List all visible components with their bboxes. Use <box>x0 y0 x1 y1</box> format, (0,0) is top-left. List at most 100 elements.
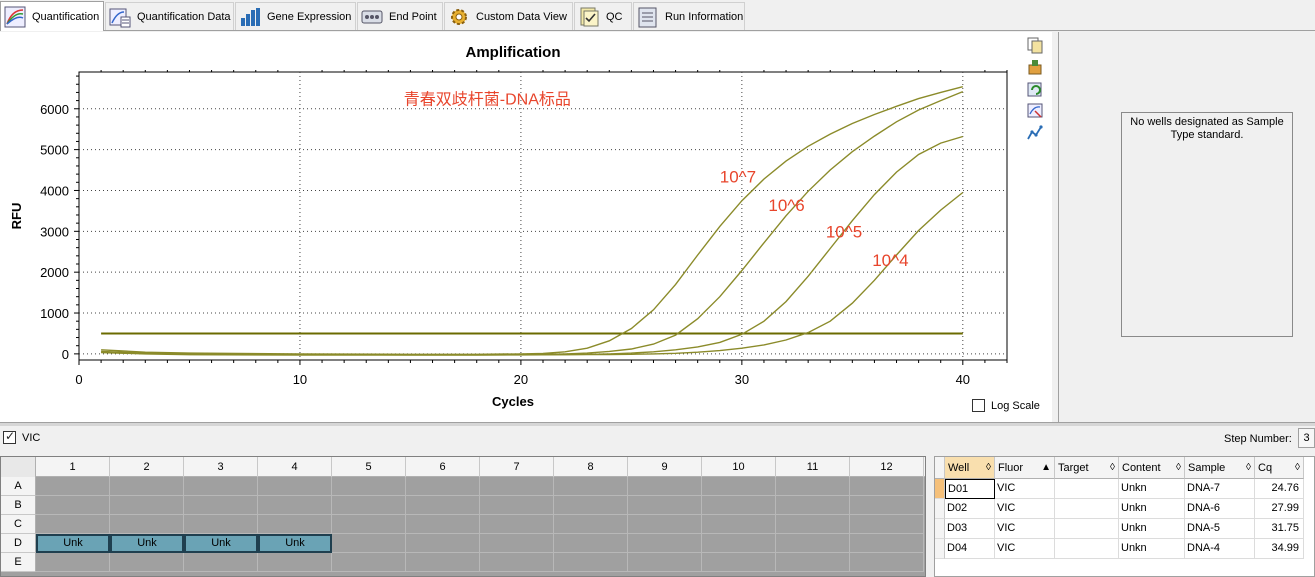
tab-custom-data-view[interactable]: Custom Data View <box>444 2 573 30</box>
plate-well[interactable] <box>332 515 406 534</box>
plate-well[interactable] <box>258 515 332 534</box>
plate-well[interactable] <box>332 496 406 515</box>
plate-well[interactable] <box>776 534 850 553</box>
plate-well[interactable] <box>406 534 480 553</box>
vic-checkbox[interactable] <box>3 429 16 444</box>
plate-well[interactable]: Unk <box>36 534 110 553</box>
plate-column-1[interactable]: 1 <box>36 457 110 477</box>
plate-well[interactable] <box>406 496 480 515</box>
plate-well[interactable] <box>36 515 110 534</box>
plate-well[interactable] <box>628 534 702 553</box>
plate-well[interactable] <box>258 477 332 496</box>
plate-corner[interactable] <box>1 457 36 477</box>
plate-well[interactable] <box>850 553 924 572</box>
plate-well[interactable] <box>110 553 184 572</box>
plate-well[interactable] <box>776 496 850 515</box>
plate-well[interactable] <box>184 553 258 572</box>
tab-run-information[interactable]: Run Information <box>633 2 745 30</box>
plate-well[interactable] <box>554 515 628 534</box>
plate-well[interactable] <box>554 534 628 553</box>
plate-column-4[interactable]: 4 <box>258 457 332 477</box>
plate-well[interactable] <box>406 553 480 572</box>
plate-well[interactable] <box>776 515 850 534</box>
plate-well[interactable] <box>850 515 924 534</box>
log-scale-toggle[interactable]: Log Scale <box>972 399 1040 412</box>
plate-well[interactable] <box>332 534 406 553</box>
plate-well[interactable] <box>36 553 110 572</box>
row-selector[interactable] <box>935 519 945 539</box>
log-scale-checkbox[interactable] <box>972 399 985 412</box>
plate-well[interactable] <box>332 553 406 572</box>
plate-well[interactable] <box>628 515 702 534</box>
plate-well[interactable] <box>702 534 776 553</box>
vic-fluor-toggle[interactable]: VIC <box>3 429 40 444</box>
plate-well[interactable] <box>850 496 924 515</box>
step-number-field[interactable]: 3 <box>1298 428 1315 448</box>
plate-well[interactable] <box>628 496 702 515</box>
export-button[interactable] <box>1026 58 1046 78</box>
plate-well[interactable] <box>184 515 258 534</box>
tab-gene-expression[interactable]: Gene Expression <box>235 2 356 30</box>
table-cell[interactable]: DNA-6 <box>1185 499 1255 519</box>
table-cell[interactable]: 34.99 <box>1255 539 1304 559</box>
table-cell[interactable]: VIC <box>995 519 1055 539</box>
tab-quantification[interactable]: Quantification <box>0 1 104 31</box>
plate-column-12[interactable]: 12 <box>850 457 924 477</box>
plate-well[interactable] <box>702 553 776 572</box>
zoom-button[interactable] <box>1026 102 1046 122</box>
table-cell[interactable]: Unkn <box>1119 499 1185 519</box>
plate-row-C[interactable]: C <box>1 515 36 534</box>
plate-column-10[interactable]: 10 <box>702 457 776 477</box>
plate-well[interactable] <box>480 496 554 515</box>
table-cell[interactable]: DNA-4 <box>1185 539 1255 559</box>
plate-well[interactable] <box>332 477 406 496</box>
plate-column-11[interactable]: 11 <box>776 457 850 477</box>
plate-well[interactable] <box>554 496 628 515</box>
plate-well[interactable] <box>850 477 924 496</box>
refresh-button[interactable] <box>1026 80 1046 100</box>
plate-well[interactable] <box>702 477 776 496</box>
table-cell[interactable]: DNA-5 <box>1185 519 1255 539</box>
plate-well[interactable] <box>110 477 184 496</box>
column-header-cq[interactable]: Cq ◊ <box>1255 457 1304 479</box>
plate-column-5[interactable]: 5 <box>332 457 406 477</box>
plate-well[interactable] <box>110 515 184 534</box>
plate-well[interactable] <box>406 515 480 534</box>
plate-well[interactable] <box>184 477 258 496</box>
table-cell[interactable]: Unkn <box>1119 519 1185 539</box>
plate-well[interactable] <box>184 496 258 515</box>
plate-well[interactable] <box>258 496 332 515</box>
plate-row-A[interactable]: A <box>1 477 36 496</box>
plate-well[interactable] <box>480 477 554 496</box>
plate-table-divider[interactable] <box>926 456 934 577</box>
plate-well[interactable] <box>628 477 702 496</box>
plate-well[interactable] <box>406 477 480 496</box>
table-cell[interactable]: 24.76 <box>1255 479 1304 499</box>
plate-column-2[interactable]: 2 <box>110 457 184 477</box>
plate-well[interactable] <box>36 496 110 515</box>
plate-column-9[interactable]: 9 <box>628 457 702 477</box>
table-cell[interactable]: Unkn <box>1119 479 1185 499</box>
plate-well[interactable] <box>776 553 850 572</box>
table-cell[interactable]: Unkn <box>1119 539 1185 559</box>
table-cell[interactable]: 31.75 <box>1255 519 1304 539</box>
plate-row-D[interactable]: D <box>1 534 36 553</box>
plate-well[interactable]: Unk <box>258 534 332 553</box>
plate-well[interactable] <box>110 496 184 515</box>
table-cell[interactable]: VIC <box>995 479 1055 499</box>
plate-row-E[interactable]: E <box>1 553 36 572</box>
plate-well[interactable] <box>702 496 776 515</box>
plate-well[interactable] <box>850 534 924 553</box>
plate-well[interactable]: Unk <box>184 534 258 553</box>
table-cell[interactable] <box>1055 539 1119 559</box>
table-cell[interactable] <box>1055 479 1119 499</box>
plate-column-7[interactable]: 7 <box>480 457 554 477</box>
plate-well[interactable] <box>480 553 554 572</box>
plate-column-6[interactable]: 6 <box>406 457 480 477</box>
table-cell[interactable]: VIC <box>995 539 1055 559</box>
tab-quantification-data[interactable]: Quantification Data <box>105 2 234 30</box>
table-cell[interactable]: VIC <box>995 499 1055 519</box>
plate-row-B[interactable]: B <box>1 496 36 515</box>
table-cell[interactable]: D01 <box>945 479 995 499</box>
table-cell[interactable]: D04 <box>945 539 995 559</box>
